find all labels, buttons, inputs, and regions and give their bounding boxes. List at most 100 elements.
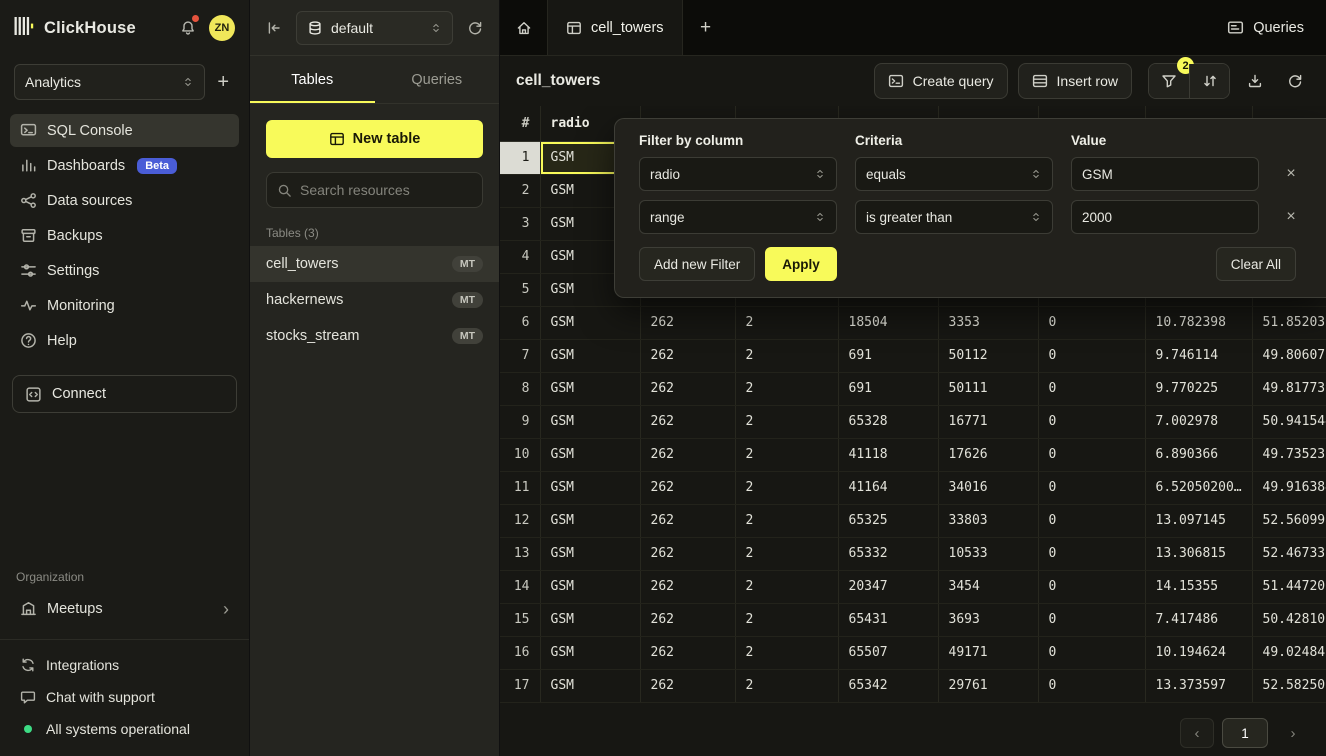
table-cell[interactable]: 18504 bbox=[838, 306, 938, 339]
filter-value-input[interactable] bbox=[1071, 200, 1259, 234]
table-cell[interactable]: 0 bbox=[1038, 438, 1145, 471]
sidebar-item-backups[interactable]: Backups bbox=[10, 219, 239, 252]
table-cell[interactable]: GSM bbox=[540, 504, 640, 537]
table-cell[interactable]: 41164 bbox=[838, 471, 938, 504]
table-cell[interactable]: 51.447201 bbox=[1252, 570, 1326, 603]
clear-all-button[interactable]: Clear All bbox=[1216, 247, 1296, 281]
filter-criteria-select[interactable]: equals bbox=[855, 157, 1053, 191]
sidebar-item-dashboards[interactable]: DashboardsBeta bbox=[10, 149, 239, 182]
table-cell[interactable]: GSM bbox=[540, 405, 640, 438]
table-cell[interactable]: 262 bbox=[640, 438, 735, 471]
page-number[interactable]: 1 bbox=[1222, 718, 1268, 748]
filter-button[interactable]: 2 bbox=[1149, 64, 1189, 98]
row-number[interactable]: 7 bbox=[500, 339, 540, 372]
table-cell[interactable]: 2 bbox=[735, 405, 838, 438]
table-cell[interactable]: 49.916384 bbox=[1252, 471, 1326, 504]
table-cell[interactable]: 49.806073 bbox=[1252, 339, 1326, 372]
table-cell[interactable]: GSM bbox=[540, 603, 640, 636]
row-number[interactable]: 1 bbox=[500, 141, 540, 174]
row-number[interactable]: 5 bbox=[500, 273, 540, 306]
table-cell[interactable]: 262 bbox=[640, 372, 735, 405]
avatar[interactable]: ZN bbox=[209, 15, 235, 41]
table-cell[interactable]: GSM bbox=[540, 438, 640, 471]
refresh-data-button[interactable] bbox=[1280, 63, 1310, 99]
table-cell[interactable]: GSM bbox=[540, 471, 640, 504]
add-filter-button[interactable]: Add new Filter bbox=[639, 247, 755, 281]
table-cell[interactable]: 0 bbox=[1038, 570, 1145, 603]
workspace-select[interactable]: Analytics bbox=[14, 64, 205, 100]
table-cell[interactable]: 13.097145 bbox=[1145, 504, 1252, 537]
row-number[interactable]: 14 bbox=[500, 570, 540, 603]
table-cell[interactable]: 691 bbox=[838, 339, 938, 372]
remove-filter-button[interactable]: × bbox=[1277, 160, 1305, 188]
table-cell[interactable]: 29761 bbox=[938, 669, 1038, 702]
sidebar-item-help[interactable]: Help bbox=[10, 324, 239, 357]
table-cell[interactable]: 262 bbox=[640, 339, 735, 372]
table-cell[interactable]: 0 bbox=[1038, 339, 1145, 372]
table-cell[interactable]: 2 bbox=[735, 372, 838, 405]
table-cell[interactable]: 0 bbox=[1038, 372, 1145, 405]
table-cell[interactable]: 13.373597 bbox=[1145, 669, 1252, 702]
sidebar-item-sql-console[interactable]: SQL Console bbox=[10, 114, 239, 147]
sort-button[interactable] bbox=[1189, 64, 1229, 98]
row-number[interactable]: 12 bbox=[500, 504, 540, 537]
table-cell[interactable]: 262 bbox=[640, 405, 735, 438]
new-table-button[interactable]: New table bbox=[266, 120, 483, 158]
table-cell[interactable]: 49.817739 bbox=[1252, 372, 1326, 405]
table-cell[interactable]: 0 bbox=[1038, 537, 1145, 570]
table-cell[interactable]: 65342 bbox=[838, 669, 938, 702]
table-cell[interactable]: 0 bbox=[1038, 504, 1145, 537]
filter-column-select[interactable]: range bbox=[639, 200, 837, 234]
table-cell[interactable]: 10533 bbox=[938, 537, 1038, 570]
download-button[interactable] bbox=[1240, 63, 1270, 99]
home-tab[interactable] bbox=[500, 0, 548, 55]
table-cell[interactable]: 52.582505 bbox=[1252, 669, 1326, 702]
table-cell[interactable]: 2 bbox=[735, 570, 838, 603]
table-cell[interactable]: 0 bbox=[1038, 405, 1145, 438]
table-cell[interactable]: 262 bbox=[640, 669, 735, 702]
table-cell[interactable]: 0 bbox=[1038, 603, 1145, 636]
table-cell[interactable]: 0 bbox=[1038, 306, 1145, 339]
table-cell[interactable]: GSM bbox=[540, 306, 640, 339]
table-item-cell-towers[interactable]: cell_towersMT bbox=[250, 246, 499, 282]
table-cell[interactable]: 52.560998 bbox=[1252, 504, 1326, 537]
create-query-button[interactable]: Create query bbox=[874, 63, 1008, 99]
filter-criteria-select[interactable]: is greater than bbox=[855, 200, 1053, 234]
table-cell[interactable]: 50112 bbox=[938, 339, 1038, 372]
table-cell[interactable]: 3693 bbox=[938, 603, 1038, 636]
queries-button[interactable]: Queries bbox=[1227, 0, 1304, 55]
row-number[interactable]: 3 bbox=[500, 207, 540, 240]
table-cell[interactable]: 2 bbox=[735, 636, 838, 669]
table-cell[interactable]: 33803 bbox=[938, 504, 1038, 537]
table-cell[interactable]: 691 bbox=[838, 372, 938, 405]
prev-page-button[interactable]: ‹ bbox=[1180, 718, 1214, 748]
table-cell[interactable]: 14.15355 bbox=[1145, 570, 1252, 603]
filter-column-select[interactable]: radio bbox=[639, 157, 837, 191]
table-cell[interactable]: 262 bbox=[640, 471, 735, 504]
table-cell[interactable]: 50.941544 bbox=[1252, 405, 1326, 438]
row-number[interactable]: 2 bbox=[500, 174, 540, 207]
row-number[interactable]: 15 bbox=[500, 603, 540, 636]
table-cell[interactable]: 2 bbox=[735, 603, 838, 636]
table-cell[interactable]: 9.746114 bbox=[1145, 339, 1252, 372]
collapse-panel-button[interactable] bbox=[262, 16, 286, 40]
apply-button[interactable]: Apply bbox=[765, 247, 837, 281]
table-cell[interactable]: 2 bbox=[735, 471, 838, 504]
table-cell[interactable]: GSM bbox=[540, 669, 640, 702]
row-number[interactable]: 9 bbox=[500, 405, 540, 438]
table-cell[interactable]: 262 bbox=[640, 603, 735, 636]
footer-item-integrations[interactable]: Integrations bbox=[10, 650, 239, 680]
search-input[interactable] bbox=[300, 182, 472, 198]
table-item-hackernews[interactable]: hackernewsMT bbox=[250, 282, 499, 318]
table-cell[interactable]: GSM bbox=[540, 570, 640, 603]
table-cell[interactable]: 262 bbox=[640, 504, 735, 537]
table-cell[interactable]: 17626 bbox=[938, 438, 1038, 471]
row-number[interactable]: 4 bbox=[500, 240, 540, 273]
table-cell[interactable]: 3353 bbox=[938, 306, 1038, 339]
table-cell[interactable]: 50111 bbox=[938, 372, 1038, 405]
table-cell[interactable]: 10.782398 bbox=[1145, 306, 1252, 339]
sidebar-item-monitoring[interactable]: Monitoring bbox=[10, 289, 239, 322]
explorer-tab-queries[interactable]: Queries bbox=[375, 56, 500, 103]
table-cell[interactable]: 0 bbox=[1038, 636, 1145, 669]
table-cell[interactable]: GSM bbox=[540, 372, 640, 405]
